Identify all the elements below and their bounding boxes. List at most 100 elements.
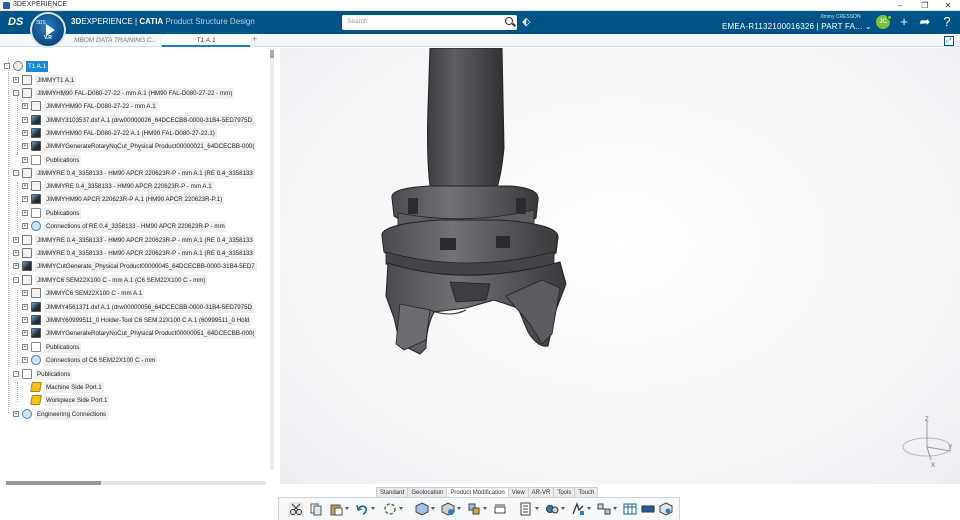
engineering-connection-dropdown-icon[interactable] [561, 507, 565, 510]
search-input[interactable]: Search [347, 18, 368, 25]
tree-label[interactable]: JIMMYRE 0.4_3358133 - HM90 APCR 220623R-… [35, 248, 255, 259]
search-icon[interactable] [505, 17, 513, 25]
tree-label[interactable]: Publications [44, 208, 82, 219]
replace-dropdown-icon[interactable] [483, 507, 487, 510]
tree-label[interactable]: Publications [44, 155, 82, 166]
tree-horizontal-scrollbar[interactable] [6, 481, 266, 485]
tree-label[interactable]: JIMMYC6 SEM22X100 C - mm A.1 [44, 288, 145, 299]
compass-icon[interactable]: 3DS V.R [30, 12, 66, 48]
add-icon[interactable]: + [897, 15, 911, 29]
expand-icon[interactable]: + [13, 237, 19, 243]
section-tab-ar-vr[interactable]: AR-VR [527, 487, 555, 497]
tree-label[interactable]: JIMMYHM90 FAL-D080-27-22 - mm A.1 [44, 101, 158, 112]
expand-icon[interactable]: + [22, 304, 28, 310]
section-tab-standard[interactable]: Standard [376, 487, 409, 497]
tree-label[interactable]: JIMMYHM90 APCR 220623R-P A.1 (HM90 APCR … [44, 194, 225, 205]
expand-icon[interactable]: + [22, 196, 28, 202]
paste-dropdown-icon[interactable] [345, 507, 349, 510]
filter-icon[interactable] [641, 502, 655, 516]
tree-label[interactable]: JIMMYRE 0.4_3358133 - HM90 APCR 220623R-… [44, 181, 214, 192]
tree-label[interactable]: JIMMYC6 SEM22X100 C - mm A.1 (C6 SEM22X1… [35, 275, 208, 286]
explode-dropdown-icon[interactable] [613, 507, 617, 510]
tree-label[interactable]: Workpiece Side Port.1 [44, 395, 110, 406]
more-icon[interactable] [659, 502, 673, 516]
help-icon[interactable]: ? [940, 15, 954, 29]
tab-mbom-data-training[interactable]: MBOM DATA TRAINING C... [68, 35, 160, 47]
tree-label[interactable]: JIMMYRE 0.4_3358133 - HM90 APCR 220623R-… [35, 168, 255, 179]
expand-icon[interactable]: + [22, 143, 28, 149]
expand-icon[interactable]: + [13, 263, 19, 269]
add-tab-button[interactable]: + [252, 34, 257, 44]
expand-icon[interactable]: + [13, 77, 19, 83]
properties-dropdown-icon[interactable] [535, 507, 539, 510]
expand-icon[interactable]: + [22, 210, 28, 216]
tree-label[interactable]: Connections of C6 SEM22X100 C - mm [44, 355, 158, 366]
undo-dropdown-icon[interactable] [371, 507, 375, 510]
tree-label[interactable]: JIMMYHM90 FAL-D080-27-22 - mm A.1 (HM90 … [35, 88, 235, 99]
collapse-icon[interactable]: - [13, 277, 19, 283]
tree-label[interactable]: JIMMY60999511_0 Holder-Tool C6 SEM 22X10… [44, 315, 252, 326]
tree-label[interactable]: Connections of RE 0.4_3358133 - HM90 APC… [44, 221, 227, 232]
properties-icon[interactable] [519, 502, 533, 516]
section-tab-tools[interactable]: Tools [553, 487, 576, 497]
scroll-thumb[interactable] [270, 50, 274, 58]
insert-existing-icon[interactable] [441, 502, 455, 516]
search-box[interactable]: Search [342, 15, 517, 30]
fullscreen-icon[interactable]: ⤢ [944, 36, 954, 46]
section-tab-view[interactable]: View [507, 487, 529, 497]
tree-label[interactable]: Publications [44, 342, 82, 353]
share-icon[interactable]: ➦ [918, 15, 932, 29]
paste-icon[interactable] [329, 502, 343, 516]
minimize-button[interactable]: – [890, 0, 910, 11]
tree-label[interactable]: JIMMYGenerateRotaryNoCut_Physical Produc… [44, 328, 257, 339]
cut-icon[interactable] [289, 502, 303, 516]
insert-product-icon[interactable] [415, 502, 429, 516]
tree-label[interactable]: Machine Side Port.1 [44, 382, 104, 393]
product-structure-tree[interactable]: - T1 A.1 + JIMMYT1 A.1 - JIMMYHM90 FAL-D… [0, 50, 280, 480]
expand-icon[interactable]: + [22, 103, 28, 109]
tree-vertical-scrollbar[interactable] [270, 50, 274, 470]
tree-label[interactable]: JIMMY4561371.dxf A.1 (drw00000056_64DCEC… [44, 302, 255, 313]
snap-icon[interactable] [571, 502, 585, 516]
expand-icon[interactable]: + [22, 130, 28, 136]
close-button[interactable]: ✕ [938, 0, 958, 11]
expand-icon[interactable]: + [22, 183, 28, 189]
expand-icon[interactable]: + [22, 157, 28, 163]
undo-icon[interactable] [355, 502, 369, 516]
tree-label[interactable]: JIMMYGenerateRotaryNoCut_Physical Produc… [44, 141, 257, 152]
copy-icon[interactable] [309, 502, 323, 516]
expand-icon[interactable]: + [13, 411, 19, 417]
table-icon[interactable] [623, 502, 637, 516]
flexible-icon[interactable] [493, 502, 507, 516]
tree-label[interactable]: JIMMYRE 0.4_3358133 - HM90 APCR 220623R-… [35, 235, 255, 246]
expand-icon[interactable]: + [22, 117, 28, 123]
tree-label[interactable]: T1 A.1 [26, 61, 48, 72]
tree-label[interactable]: JIMMYCutGenerate_Physical Product0000004… [35, 261, 257, 272]
axis-compass-icon[interactable]: Z X Y [895, 415, 955, 470]
tree-label[interactable]: Publications [35, 369, 73, 380]
section-tab-geolocation[interactable]: Geolocation [407, 487, 448, 497]
expand-icon[interactable]: + [22, 344, 28, 350]
section-tab-touch[interactable]: Touch [574, 487, 599, 497]
restore-button[interactable]: ❐ [915, 0, 935, 11]
collapse-icon[interactable]: - [13, 90, 19, 96]
explode-icon[interactable] [597, 502, 611, 516]
3d-viewport[interactable] [280, 47, 960, 484]
update-dropdown-icon[interactable] [399, 507, 403, 510]
tree-label[interactable]: JIMMYHM90 FAL-D080-27-22 A.1 (HM90 FAL-D… [44, 128, 217, 139]
tree-label[interactable]: JIMMYT1 A.1 [35, 75, 77, 86]
expand-icon[interactable]: + [22, 357, 28, 363]
expand-icon[interactable]: + [22, 330, 28, 336]
tree-label[interactable]: Engineering Connections [35, 409, 109, 420]
insert-product-dropdown-icon[interactable] [431, 507, 435, 510]
expand-icon[interactable]: + [22, 317, 28, 323]
insert-existing-dropdown-icon[interactable] [457, 507, 461, 510]
replace-icon[interactable] [467, 502, 481, 516]
snap-dropdown-icon[interactable] [587, 507, 591, 510]
tree-label[interactable]: JIMMY3103537.dxf A.1 (drw00000026_64DCEC… [44, 115, 255, 126]
tool-holder-model[interactable] [280, 47, 960, 484]
expand-icon[interactable]: + [22, 290, 28, 296]
collapse-icon[interactable]: - [13, 371, 19, 377]
engineering-connection-icon[interactable] [545, 502, 559, 516]
scroll-thumb[interactable] [6, 481, 101, 485]
